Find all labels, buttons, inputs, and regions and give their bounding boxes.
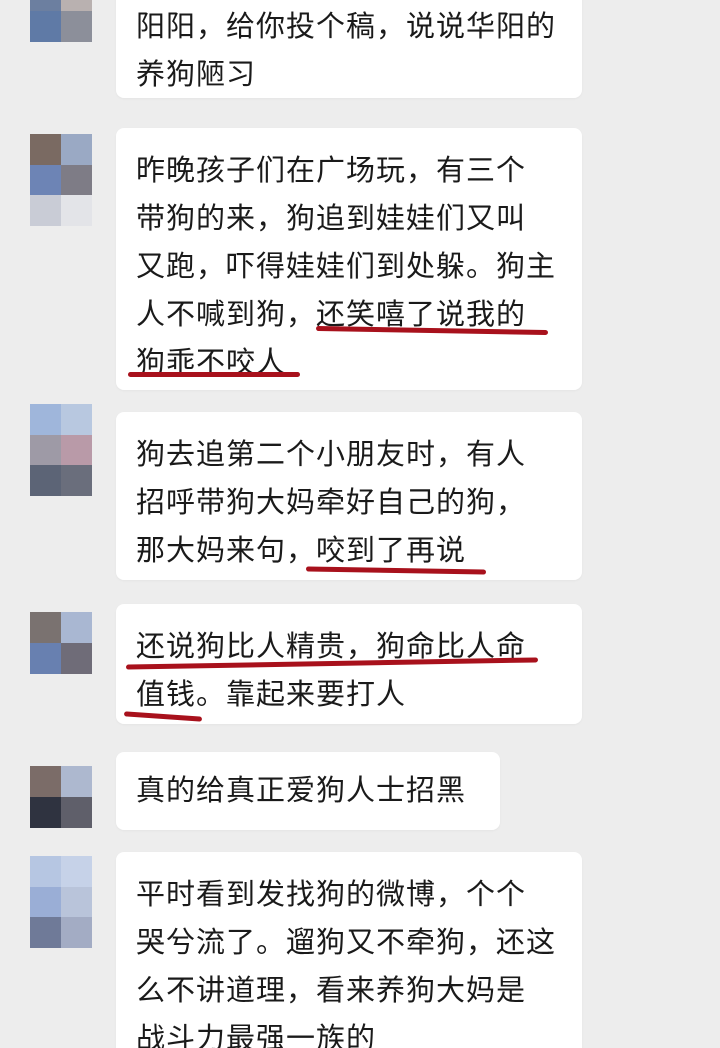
red-underline [128,372,300,377]
message-line: 狗去追第二个小朋友时，有人 [136,437,527,471]
message-line: 平时看到发找狗的微博，个个 [136,877,527,911]
message-line: 养狗陋习 [136,57,257,91]
avatar[interactable] [30,0,92,42]
avatar[interactable] [30,612,92,674]
message-bubble[interactable]: 狗去追第二个小朋友时，有人 招呼带狗大妈牵好自己的狗， 那大妈来句，咬到了再说 [116,412,582,580]
message-bubble[interactable]: 真的给真正爱狗人士招黑 [116,752,500,830]
message-line: 昨晚孩子们在广场玩，有三个 [136,153,527,187]
message-bubble[interactable]: 昨晚孩子们在广场玩，有三个 带狗的来，狗追到娃娃们又叫 又跑，吓得娃娃们到处躲。… [116,128,582,390]
message-line: 战斗力最强一族的 [136,1021,377,1048]
message-line: 真的给真正爱狗人士招黑 [136,773,467,807]
message-line: 么不讲道理，看来养狗大妈是 [136,973,527,1007]
message-bubble[interactable]: 平时看到发找狗的微博，个个 哭兮流了。遛狗又不牵狗，还这 么不讲道理，看来养狗大… [116,852,582,1048]
avatar[interactable] [30,766,92,828]
message-bubble[interactable]: 阳阳，给你投个稿，说说华阳的 养狗陋习 [116,0,582,98]
message-line: 狗乖不咬人 [136,345,287,379]
message-line: 阳阳，给你投个稿，说说华阳的 [136,9,557,43]
message-line: 哭兮流了。遛狗又不牵狗，还这 [136,925,557,959]
message-line: 招呼带狗大妈牵好自己的狗， [136,485,527,519]
message-line: 值钱。靠起来要打人 [136,677,407,711]
avatar[interactable] [30,134,92,226]
message-line: 又跑，吓得娃娃们到处躲。狗主 [136,249,557,283]
avatar[interactable] [30,856,92,948]
avatar[interactable] [30,404,92,496]
chat-screen: 阳阳，给你投个稿，说说华阳的 养狗陋习 昨晚孩子们在广场玩，有三个 带狗的来，狗… [0,0,720,1048]
message-line: 带狗的来，狗追到娃娃们又叫 [136,201,527,235]
